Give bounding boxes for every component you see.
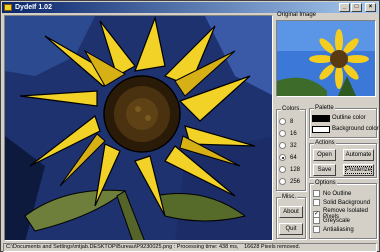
open-button[interactable]: Open <box>313 149 336 161</box>
option-label: Antialiasing <box>323 226 354 233</box>
palette-group-label: Palette <box>314 104 335 112</box>
option-label: No Outline <box>323 190 352 197</box>
option-no-outline[interactable]: No Outline <box>313 190 351 197</box>
checkbox[interactable] <box>313 217 320 224</box>
radio-indicator[interactable] <box>279 166 286 173</box>
original-sunflower-thumbnail <box>277 21 375 96</box>
maximize-button[interactable]: □ <box>351 3 362 12</box>
option-antialiasing[interactable]: Antialiasing <box>313 226 354 233</box>
posterized-sunflower-image <box>5 16 272 240</box>
background-color-swatch[interactable] <box>312 126 330 133</box>
save-button[interactable]: Save <box>313 164 336 176</box>
radio-label: 128 <box>290 166 301 173</box>
colors-radio-8[interactable]: 8 <box>279 118 293 125</box>
original-image-label: Original Image <box>277 12 317 18</box>
original-image-preview <box>276 20 376 97</box>
title-bar: DydeIf 1.02 _ □ × <box>2 2 378 13</box>
radio-indicator[interactable] <box>279 130 286 137</box>
background-color-label: Background color <box>332 126 379 132</box>
radio-indicator[interactable] <box>279 118 286 125</box>
status-path: C:\Documents and Settings\mtjab.DESKTOP\… <box>6 244 239 250</box>
app-icon <box>4 4 12 11</box>
window-title: DydeIf 1.02 <box>15 4 52 11</box>
radio-label: 8 <box>290 118 294 125</box>
status-pixels-removed: 16628 Pixels removed. <box>244 244 301 250</box>
radio-label: 256 <box>290 178 301 185</box>
app-window: DydeIf 1.02 _ □ × Original Image Colors … <box>0 0 380 252</box>
radio-indicator-selected[interactable] <box>279 154 286 161</box>
palette-group: Palette <box>309 104 377 138</box>
about-button[interactable]: About <box>279 206 303 218</box>
close-button[interactable]: × <box>365 3 376 12</box>
radio-indicator[interactable] <box>279 178 286 185</box>
colors-radio-256[interactable]: 256 <box>279 178 300 185</box>
colors-group-label: Colors <box>281 105 301 113</box>
option-greyscale[interactable]: Greyscale <box>313 217 350 224</box>
colors-radio-128[interactable]: 128 <box>279 166 300 173</box>
option-label: Solid Background <box>323 199 371 206</box>
processed-image-canvas[interactable] <box>4 15 273 241</box>
status-bar: C:\Documents and Settings\mtjab.DESKTOP\… <box>3 243 377 252</box>
checkbox[interactable] <box>313 199 320 206</box>
radio-label: 64 <box>290 154 297 161</box>
posterize-button[interactable]: Posterize <box>343 164 374 176</box>
automate-button[interactable]: Automate <box>343 149 374 161</box>
window-controls: _ □ × <box>339 3 376 12</box>
radio-label: 32 <box>290 142 297 149</box>
minimize-button[interactable]: _ <box>339 3 350 12</box>
checkbox[interactable] <box>313 190 320 197</box>
colors-radio-16[interactable]: 16 <box>279 130 297 137</box>
outline-color-swatch[interactable] <box>312 115 330 122</box>
outline-color-label: Outline color <box>332 115 366 121</box>
option-label: Greyscale <box>323 217 351 224</box>
option-solid-background[interactable]: Solid Background <box>313 199 370 206</box>
options-group-label: Options <box>314 179 337 187</box>
checkbox[interactable] <box>313 226 320 233</box>
radio-indicator[interactable] <box>279 142 286 149</box>
actions-group-label: Actions <box>314 139 336 147</box>
quit-button[interactable]: Quit <box>279 223 303 235</box>
colors-radio-64[interactable]: 64 <box>279 154 297 161</box>
misc-group-label: Misc. <box>281 193 297 201</box>
radio-label: 16 <box>290 130 297 137</box>
colors-radio-32[interactable]: 32 <box>279 142 297 149</box>
